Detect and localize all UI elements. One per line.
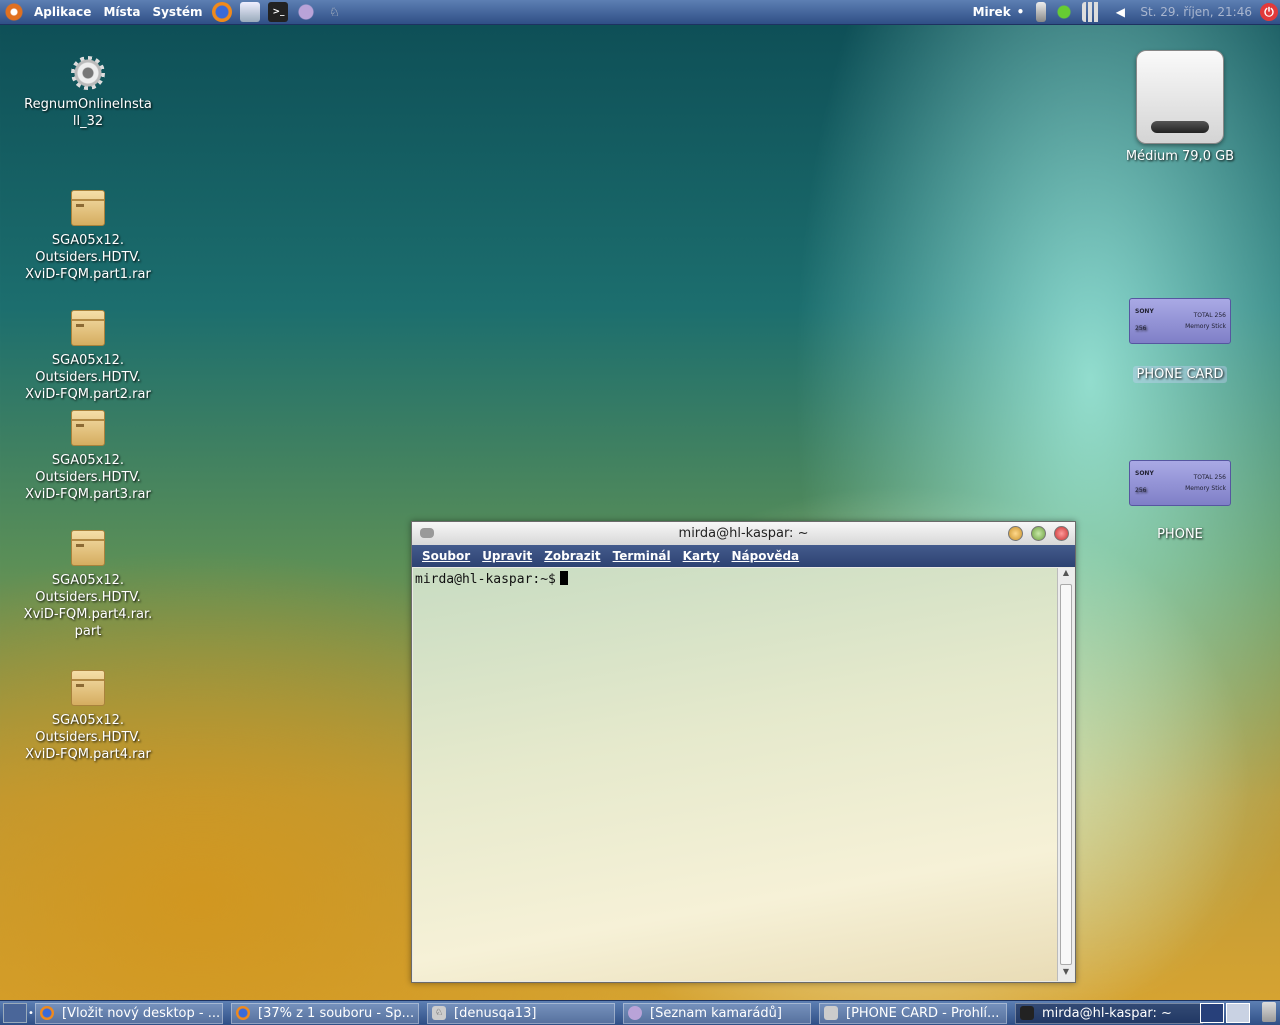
menu-applications[interactable]: Aplikace xyxy=(28,5,97,19)
desktop-icon-label: SGA05x12. Outsiders.HDTV. XviD-FQM.part4… xyxy=(25,713,151,762)
desktop-icon-regnum-installer[interactable]: RegnumOnlineInstall_32 xyxy=(18,56,158,130)
desktop-icon-phone[interactable]: SONY TOTAL 256 Memory Stick 256 PHONE xyxy=(1110,460,1250,543)
desktop-icon-label: PHONE CARD xyxy=(1132,366,1228,383)
app-launcher-icon[interactable]: ♘ xyxy=(324,2,344,22)
taskbar-item[interactable]: [37% z 1 souboru - Sp... xyxy=(231,1002,419,1024)
scrollbar-thumb[interactable] xyxy=(1060,584,1072,965)
power-icon[interactable]: ⏻ xyxy=(1260,3,1278,21)
image-viewer-launcher-icon[interactable] xyxy=(240,2,261,22)
drive-icon xyxy=(824,1006,838,1020)
memory-stick-icon: SONY TOTAL 256 Memory Stick 256 xyxy=(1129,460,1231,506)
taskbar-item[interactable]: mirda@hl-kaspar: ~ xyxy=(1015,1002,1203,1024)
workspace-1[interactable] xyxy=(1200,1003,1224,1023)
terminal-menubar: Soubor Upravit Zobrazit Terminál Karty N… xyxy=(412,545,1075,567)
desktop-icon-label: PHONE xyxy=(1157,527,1203,542)
battery-icon[interactable] xyxy=(1036,2,1047,22)
menu-file[interactable]: Soubor xyxy=(422,549,470,563)
desktop-icon-label: SGA05x12. Outsiders.HDTV. XviD-FQM.part1… xyxy=(25,233,151,282)
taskbar-item[interactable]: [PHONE CARD - Prohlí... xyxy=(819,1002,1007,1024)
menu-terminal[interactable]: Terminál xyxy=(613,549,671,563)
archive-icon xyxy=(71,670,105,706)
archive-icon xyxy=(71,530,105,566)
hard-drive-icon xyxy=(1136,50,1224,144)
maximize-button[interactable] xyxy=(1031,526,1046,541)
user-menu-dot-icon[interactable]: • xyxy=(1017,5,1025,19)
bottom-taskbar: • [Vložit nový desktop - ... [37% z 1 so… xyxy=(0,1000,1280,1025)
desktop-icon-label: SGA05x12. Outsiders.HDTV. XviD-FQM.part3… xyxy=(25,453,151,502)
desktop-icon-part3[interactable]: SGA05x12. Outsiders.HDTV. XviD-FQM.part3… xyxy=(18,410,158,503)
text-cursor xyxy=(559,571,568,585)
desktop-icon-phone-card[interactable]: SONY TOTAL 256 Memory Stick 256 PHONE CA… xyxy=(1110,298,1250,383)
scroll-down-icon[interactable]: ▼ xyxy=(1058,967,1074,981)
desktop-icon-part4-rar-part[interactable]: SGA05x12. Outsiders.HDTV. XviD-FQM.part4… xyxy=(18,530,158,640)
terminal-output[interactable]: mirda@hl-kaspar:~$ xyxy=(413,568,1057,981)
menu-help[interactable]: Nápověda xyxy=(732,549,800,563)
desktop-icon-label: Médium 79,0 GB xyxy=(1125,149,1235,164)
workspace-2[interactable] xyxy=(1226,1003,1250,1023)
scroll-up-icon[interactable]: ▲ xyxy=(1058,568,1074,582)
shell-prompt: mirda@hl-kaspar:~$ xyxy=(415,572,556,587)
window-title: mirda@hl-kaspar: ~ xyxy=(678,526,809,541)
minimize-button[interactable] xyxy=(1008,526,1023,541)
close-button[interactable] xyxy=(1054,526,1069,541)
volume-icon[interactable]: ◀ xyxy=(1110,2,1130,22)
archive-icon xyxy=(71,190,105,226)
archive-icon xyxy=(71,410,105,446)
trash-icon[interactable] xyxy=(1262,1002,1276,1022)
pidgin-launcher-icon[interactable] xyxy=(296,2,317,22)
desktop-icon-label: SGA05x12. Outsiders.HDTV. XviD-FQM.part2… xyxy=(25,353,151,402)
window-titlebar[interactable]: mirda@hl-kaspar: ~ xyxy=(412,522,1075,545)
taskbar-handle-icon: • xyxy=(28,1007,34,1019)
gear-icon xyxy=(71,56,105,90)
taskbar-item[interactable]: ♘ [denusqa13] xyxy=(427,1002,615,1024)
menu-places[interactable]: Místa xyxy=(97,5,146,19)
firefox-launcher-icon[interactable] xyxy=(212,2,233,22)
show-desktop-button[interactable] xyxy=(3,1003,27,1023)
menu-system[interactable]: Systém xyxy=(146,5,208,19)
window-menu-icon[interactable] xyxy=(420,528,434,538)
desktop-icon-part1[interactable]: SGA05x12. Outsiders.HDTV. XviD-FQM.part1… xyxy=(18,190,158,283)
network-signal-icon[interactable] xyxy=(1082,2,1103,22)
clock[interactable]: St. 29. říjen, 21:46 xyxy=(1140,5,1252,19)
desktop-icon-hdd[interactable]: Médium 79,0 GB xyxy=(1110,50,1250,165)
desktop-icon-label: RegnumOnlineInstall_32 xyxy=(24,97,152,129)
taskbar-item[interactable]: [Seznam kamarádů] xyxy=(623,1002,811,1024)
workspace-switcher xyxy=(1200,1003,1250,1023)
menu-edit[interactable]: Upravit xyxy=(482,549,532,563)
desktop-icon-part4[interactable]: SGA05x12. Outsiders.HDTV. XviD-FQM.part4… xyxy=(18,670,158,763)
desktop-icon-label: SGA05x12. Outsiders.HDTV. XviD-FQM.part4… xyxy=(23,573,153,639)
memory-stick-icon: SONY TOTAL 256 Memory Stick 256 xyxy=(1129,298,1231,344)
user-name[interactable]: Mirek xyxy=(973,5,1011,19)
menu-tabs[interactable]: Karty xyxy=(683,549,720,563)
taskbar-item[interactable]: [Vložit nový desktop - ... xyxy=(35,1002,223,1024)
menu-view[interactable]: Zobrazit xyxy=(544,549,600,563)
terminal-icon xyxy=(1020,1006,1034,1020)
ubuntu-logo-icon[interactable] xyxy=(4,2,24,22)
update-notifier-icon[interactable] xyxy=(1054,2,1075,22)
firefox-icon xyxy=(40,1006,54,1020)
terminal-window: mirda@hl-kaspar: ~ Soubor Upravit Zobraz… xyxy=(411,521,1076,983)
firefox-icon xyxy=(236,1006,250,1020)
top-panel: Aplikace Místa Systém >_ ♘ Mirek • ◀ St.… xyxy=(0,0,1280,25)
vertical-scrollbar[interactable]: ▲ ▼ xyxy=(1057,568,1074,981)
archive-icon xyxy=(71,310,105,346)
terminal-launcher-icon[interactable]: >_ xyxy=(268,2,289,22)
app-icon: ♘ xyxy=(432,1006,446,1020)
pidgin-icon xyxy=(628,1006,642,1020)
desktop-icon-part2[interactable]: SGA05x12. Outsiders.HDTV. XviD-FQM.part2… xyxy=(18,310,158,403)
